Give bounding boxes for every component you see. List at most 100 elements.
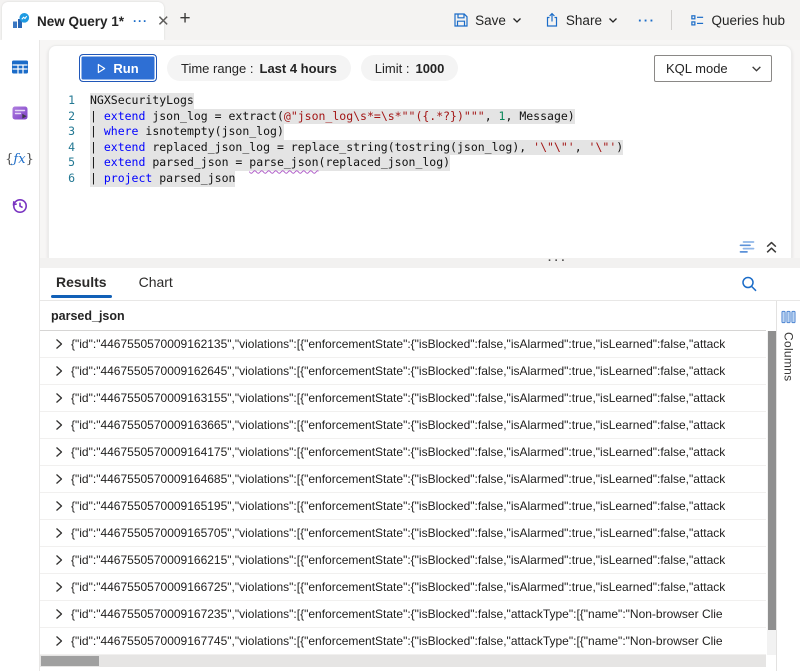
chevron-down-icon bbox=[751, 63, 762, 74]
tab-close-icon[interactable]: ✕ bbox=[155, 14, 172, 29]
chevron-down-icon bbox=[608, 15, 618, 25]
code-line[interactable]: 4 | extend replaced_json_log = replace_st… bbox=[49, 140, 791, 156]
row-json-text: {"id":"4467550570009167235","violations"… bbox=[71, 607, 723, 621]
horizontal-scrollbar-thumb[interactable] bbox=[41, 656, 99, 666]
line-number: 2 bbox=[49, 109, 75, 125]
columns-panel-label: Columns bbox=[782, 332, 796, 381]
code-line[interactable]: 5 | extend parsed_json = parse_json(repla… bbox=[49, 155, 791, 171]
editor-corner-tools bbox=[739, 240, 778, 254]
query-mode-value: KQL mode bbox=[666, 61, 728, 76]
search-icon[interactable] bbox=[740, 275, 758, 298]
splitter-drag-handle[interactable]: ··· bbox=[548, 255, 568, 267]
table-row[interactable]: {"id":"4467550570009167235","violations"… bbox=[40, 601, 766, 628]
save-button[interactable]: Save bbox=[444, 7, 531, 33]
row-expand-chevron-icon[interactable] bbox=[55, 446, 71, 458]
code-area[interactable]: 1NGXSecurityLogs2| extend json_log = ext… bbox=[49, 93, 791, 187]
table-row[interactable]: {"id":"4467550570009164175","violations"… bbox=[40, 439, 766, 466]
code-line-text: | where isnotempty(json_log) bbox=[90, 124, 284, 140]
row-expand-chevron-icon[interactable] bbox=[55, 392, 71, 404]
column-header-parsed-json[interactable]: parsed_json bbox=[40, 301, 766, 331]
table-row[interactable]: {"id":"4467550570009167745","violations"… bbox=[40, 628, 766, 655]
limit-picker[interactable]: Limit : 1000 bbox=[361, 55, 459, 81]
save-icon bbox=[453, 12, 469, 28]
table-row[interactable]: {"id":"4467550570009165195","violations"… bbox=[40, 493, 766, 520]
adx-query-page: New Query 1* ··· ✕ + Save bbox=[0, 0, 800, 671]
new-tab-button[interactable]: + bbox=[172, 6, 198, 32]
table-row[interactable]: {"id":"4467550570009166215","violations"… bbox=[40, 547, 766, 574]
table-row[interactable]: {"id":"4467550570009166725","violations"… bbox=[40, 574, 766, 601]
share-label: Share bbox=[566, 13, 602, 28]
line-number: 5 bbox=[49, 155, 75, 171]
row-expand-chevron-icon[interactable] bbox=[55, 338, 71, 350]
code-line[interactable]: 1NGXSecurityLogs bbox=[49, 93, 791, 109]
line-number: 6 bbox=[49, 171, 75, 187]
limit-value: 1000 bbox=[415, 61, 444, 76]
editor-toolbar: Run Time range : Last 4 hours Limit : 10… bbox=[49, 46, 791, 90]
vertical-scrollbar[interactable] bbox=[767, 331, 776, 655]
row-expand-chevron-icon[interactable] bbox=[55, 365, 71, 377]
tab-chart[interactable]: Chart bbox=[137, 270, 175, 298]
table-row[interactable]: {"id":"4467550570009163665","violations"… bbox=[40, 412, 766, 439]
functions-icon[interactable]: {ƒx} bbox=[7, 146, 33, 172]
run-label: Run bbox=[113, 61, 138, 76]
row-json-text: {"id":"4467550570009166725","violations"… bbox=[71, 580, 725, 594]
columns-panel-button[interactable]: Columns bbox=[776, 301, 800, 671]
table-row[interactable]: {"id":"4467550570009163155","violations"… bbox=[40, 385, 766, 412]
columns-icon bbox=[781, 310, 796, 324]
row-expand-chevron-icon[interactable] bbox=[55, 554, 71, 566]
row-json-text: {"id":"4467550570009166215","violations"… bbox=[71, 553, 725, 567]
code-line-text: | extend parsed_json = parse_json(replac… bbox=[90, 155, 450, 171]
row-json-text: {"id":"4467550570009162645","violations"… bbox=[71, 364, 725, 378]
more-actions-button[interactable]: ··· bbox=[631, 8, 663, 33]
row-expand-chevron-icon[interactable] bbox=[55, 419, 71, 431]
row-expand-chevron-icon[interactable] bbox=[55, 527, 71, 539]
line-number: 1 bbox=[49, 93, 75, 109]
query-tab-title: New Query 1* bbox=[37, 14, 124, 29]
queries-hub-icon bbox=[690, 13, 705, 28]
line-number: 4 bbox=[49, 140, 75, 156]
panel-splitter[interactable]: ··· bbox=[40, 258, 800, 268]
row-expand-chevron-icon[interactable] bbox=[55, 500, 71, 512]
row-expand-chevron-icon[interactable] bbox=[55, 473, 71, 485]
row-expand-chevron-icon[interactable] bbox=[55, 581, 71, 593]
table-row[interactable]: {"id":"4467550570009165705","violations"… bbox=[40, 520, 766, 547]
time-range-value: Last 4 hours bbox=[260, 61, 337, 76]
horizontal-scrollbar[interactable] bbox=[40, 655, 766, 667]
collapse-up-icon[interactable] bbox=[765, 241, 778, 254]
query-mode-select[interactable]: KQL mode bbox=[654, 55, 772, 82]
run-button[interactable]: Run bbox=[79, 54, 157, 82]
code-line[interactable]: 2| extend json_log = extract(@"json_log\… bbox=[49, 109, 791, 125]
table-row[interactable]: {"id":"4467550570009162135","violations"… bbox=[40, 331, 766, 358]
row-json-text: {"id":"4467550570009164175","violations"… bbox=[71, 445, 725, 459]
tables-icon[interactable] bbox=[7, 54, 33, 80]
row-json-text: {"id":"4467550570009165195","violations"… bbox=[71, 499, 725, 513]
table-row[interactable]: {"id":"4467550570009162645","violations"… bbox=[40, 358, 766, 385]
row-json-text: {"id":"4467550570009167745","violations"… bbox=[71, 634, 723, 648]
query-tab[interactable]: New Query 1* ··· ✕ bbox=[2, 2, 164, 40]
code-line[interactable]: 3| where isnotempty(json_log) bbox=[49, 124, 791, 140]
chevron-down-icon bbox=[512, 15, 522, 25]
queries-hub-label: Queries hub bbox=[711, 13, 785, 28]
time-range-picker[interactable]: Time range : Last 4 hours bbox=[167, 55, 351, 81]
results-list-icon[interactable] bbox=[739, 240, 757, 254]
code-line-text: | project parsed_json bbox=[90, 171, 235, 187]
results-panel: Results Chart parsed_json {"id":"4467550… bbox=[40, 268, 800, 671]
tab-more-icon[interactable]: ··· bbox=[133, 14, 148, 28]
limit-label: Limit : bbox=[375, 61, 410, 76]
row-expand-chevron-icon[interactable] bbox=[55, 608, 71, 620]
table-row[interactable]: {"id":"4467550570009164685","violations"… bbox=[40, 466, 766, 493]
row-expand-chevron-icon[interactable] bbox=[55, 635, 71, 647]
history-icon[interactable] bbox=[7, 192, 33, 218]
share-button[interactable]: Share bbox=[535, 7, 627, 33]
queries-hub-button[interactable]: Queries hub bbox=[681, 8, 794, 33]
share-icon bbox=[544, 12, 560, 28]
code-line-text: | extend replaced_json_log = replace_str… bbox=[90, 140, 623, 156]
tab-results[interactable]: Results bbox=[54, 270, 109, 298]
row-json-text: {"id":"4467550570009162135","violations"… bbox=[71, 337, 725, 351]
saved-queries-icon[interactable] bbox=[7, 100, 33, 126]
top-actions: Save Share ··· bbox=[444, 0, 794, 40]
query-editor-card: Run Time range : Last 4 hours Limit : 10… bbox=[48, 45, 792, 258]
query-tab-icon bbox=[12, 12, 30, 30]
code-line[interactable]: 6 | project parsed_json bbox=[49, 171, 791, 187]
vertical-scrollbar-thumb[interactable] bbox=[768, 331, 776, 630]
